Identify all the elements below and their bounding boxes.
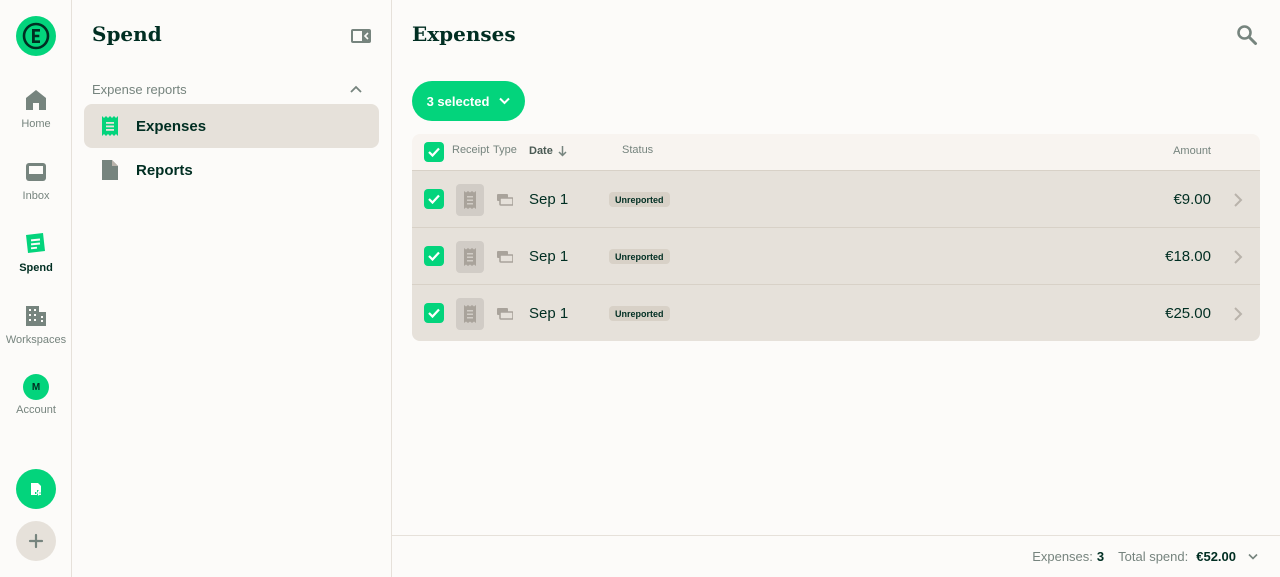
sidebar-item-label: Reports xyxy=(136,161,193,179)
expense-date: Sep 1 xyxy=(529,248,569,265)
home-icon xyxy=(22,86,50,114)
expense-amount: €18.00 xyxy=(1165,248,1211,265)
logo-icon xyxy=(22,22,50,50)
new-expense-icon xyxy=(31,483,41,496)
table-row[interactable]: Sep 1 Unreported €18.00 xyxy=(412,227,1260,284)
arrow-down-icon xyxy=(558,145,567,157)
chevron-down-icon xyxy=(1248,553,1258,560)
sidebar-item-reports[interactable]: Reports xyxy=(84,148,379,192)
chevron-right-icon xyxy=(1234,307,1243,321)
plus-icon xyxy=(28,533,44,549)
new-expense-button[interactable] xyxy=(16,469,56,509)
column-header-date-label: Date xyxy=(529,145,553,157)
inbox-icon xyxy=(22,158,50,186)
section-label: Expense reports xyxy=(92,81,187,97)
receipt-thumbnail[interactable] xyxy=(456,298,484,330)
column-header-receipt: Receipt xyxy=(452,144,490,156)
total-spend-value: €52.00 xyxy=(1196,549,1236,564)
check-icon xyxy=(428,194,440,205)
left-rail: Home Inbox Spend Workspaces M Account xyxy=(0,0,72,577)
chevron-right-icon xyxy=(1234,250,1243,264)
receipt-thumbnail[interactable] xyxy=(456,241,484,273)
row-checkbox[interactable] xyxy=(424,303,444,323)
document-icon xyxy=(100,160,120,180)
rail-label-workspaces: Workspaces xyxy=(5,334,67,346)
table-row[interactable]: Sep 1 Unreported €9.00 xyxy=(412,170,1260,227)
rail-label-home: Home xyxy=(21,118,51,130)
receipt-placeholder-icon xyxy=(464,248,476,266)
total-spend-label: Total spend: xyxy=(1118,549,1189,564)
rail-label-spend: Spend xyxy=(19,262,53,274)
expense-amount: €9.00 xyxy=(1173,191,1211,208)
sidebar-title: Spend xyxy=(92,22,162,46)
avatar: M xyxy=(23,374,49,400)
expensify-logo[interactable] xyxy=(16,16,56,56)
selected-actions-button[interactable]: 3 selected xyxy=(412,81,525,121)
collapse-sidebar-button[interactable] xyxy=(350,27,372,45)
check-icon xyxy=(428,251,440,262)
expense-amount: €25.00 xyxy=(1165,305,1211,322)
row-checkbox[interactable] xyxy=(424,189,444,209)
check-icon xyxy=(428,308,440,319)
expense-date: Sep 1 xyxy=(529,191,569,208)
cash-icon xyxy=(497,251,513,263)
receipt-icon xyxy=(22,230,50,258)
expense-date: Sep 1 xyxy=(529,305,569,322)
rail-label-inbox: Inbox xyxy=(22,190,50,202)
rail-item-inbox[interactable]: Inbox xyxy=(0,158,72,218)
column-header-date[interactable]: Date xyxy=(529,145,567,157)
chevron-up-icon xyxy=(350,85,362,93)
expenses-table: Receipt Type Date Status Amount Sep 1 Un… xyxy=(412,134,1260,341)
column-header-status: Status xyxy=(622,144,654,156)
expense-reports-section-toggle[interactable]: Expense reports xyxy=(92,80,362,98)
rail-item-home[interactable]: Home xyxy=(0,86,72,146)
status-badge: Unreported xyxy=(609,306,670,321)
avatar-wrap: M xyxy=(22,373,50,401)
column-header-amount: Amount xyxy=(1173,145,1211,157)
building-icon xyxy=(22,302,50,330)
table-row[interactable]: Sep 1 Unreported €25.00 xyxy=(412,284,1260,341)
selected-count-label: 3 selected xyxy=(426,93,490,109)
status-badge: Unreported xyxy=(609,249,670,264)
cash-icon xyxy=(497,308,513,320)
rail-item-workspaces[interactable]: Workspaces xyxy=(0,302,72,362)
check-icon xyxy=(428,147,440,158)
receipt-placeholder-icon xyxy=(464,191,476,209)
add-button[interactable] xyxy=(16,521,56,561)
sidebar-item-expenses[interactable]: Expenses xyxy=(84,104,379,148)
table-header: Receipt Type Date Status Amount xyxy=(412,134,1260,170)
row-checkbox[interactable] xyxy=(424,246,444,266)
search-icon xyxy=(1237,25,1257,45)
rail-item-account[interactable]: M Account xyxy=(0,373,72,433)
rail-item-spend[interactable]: Spend xyxy=(0,230,72,290)
rail-label-account: Account xyxy=(16,404,56,416)
column-header-type: Type xyxy=(493,144,517,156)
select-all-checkbox[interactable] xyxy=(424,142,444,162)
expenses-count: 3 xyxy=(1096,549,1105,564)
chevron-down-icon xyxy=(499,97,511,105)
receipt-thumbnail[interactable] xyxy=(456,184,484,216)
sidebar-item-label: Expenses xyxy=(136,117,207,135)
cash-icon xyxy=(497,194,513,206)
page-title: Expenses xyxy=(412,22,516,46)
expenses-count-label: Expenses: xyxy=(1032,549,1093,564)
receipt-icon xyxy=(100,116,120,136)
sidebar-collapse-icon xyxy=(351,29,371,43)
main-content: Expenses 3 selected Receipt Type Date St… xyxy=(392,0,1280,577)
chevron-right-icon xyxy=(1234,193,1243,207)
status-badge: Unreported xyxy=(609,192,670,207)
expenses-summary-footer[interactable]: Expenses: 3 Total spend: €52.00 xyxy=(392,535,1280,577)
spend-sidebar: Spend Expense reports Expenses Reports xyxy=(72,0,392,577)
search-button[interactable] xyxy=(1236,24,1260,48)
receipt-placeholder-icon xyxy=(464,305,476,323)
